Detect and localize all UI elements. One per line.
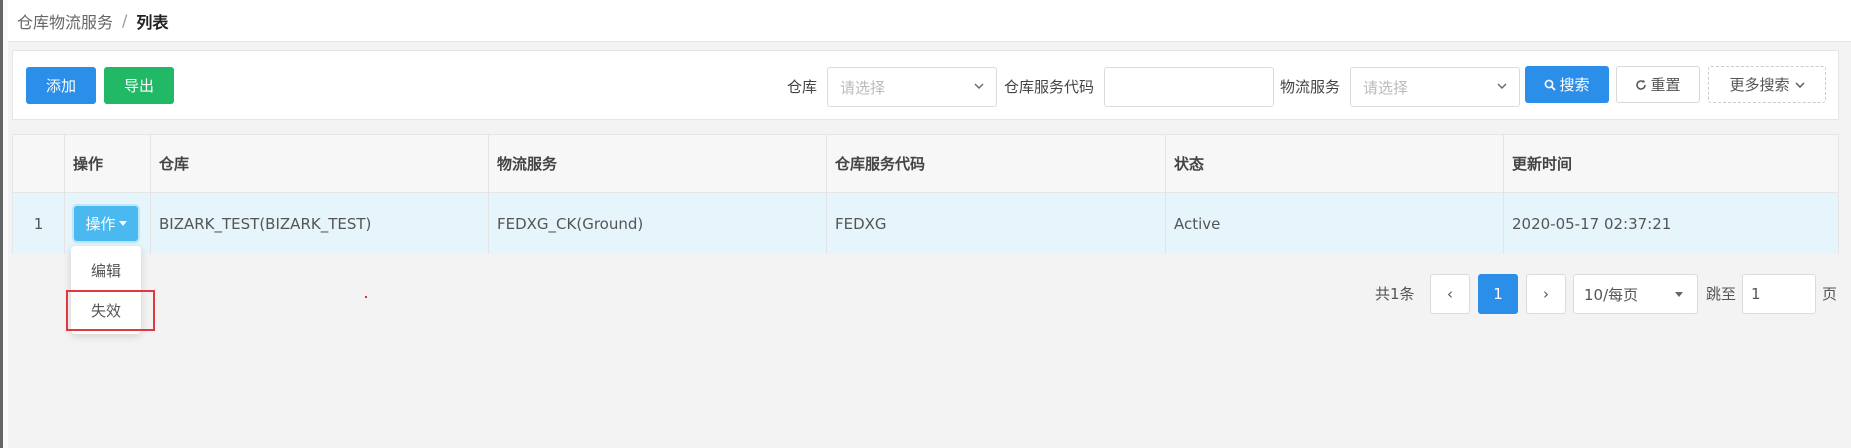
chevron-down-icon <box>1497 81 1507 91</box>
column-header-logistics: 物流服务 <box>489 135 827 192</box>
logistics-filter-label: 物流服务 <box>1280 78 1341 96</box>
reset-button[interactable]: 重置 <box>1616 66 1700 103</box>
search-icon <box>1544 79 1557 91</box>
toolbar: 添加 导出 仓库 请选择 仓库服务代码 物流服务 请选择 搜索 重置 更多搜索 <box>12 50 1839 120</box>
row-index: 1 <box>13 193 65 254</box>
stray-mark <box>365 296 367 298</box>
action-dropdown-label: 操作 <box>85 215 116 233</box>
add-button[interactable]: 添加 <box>26 67 96 104</box>
column-header-warehouse: 仓库 <box>151 135 489 192</box>
table-header: 操作 仓库 物流服务 仓库服务代码 状态 更新时间 <box>13 135 1838 193</box>
jump-page-input[interactable]: 1 <box>1742 274 1816 314</box>
page-size-value: 10/每页 <box>1584 285 1639 304</box>
warehouse-filter-label: 仓库 <box>787 78 818 96</box>
row-warehouse: BIZARK_TEST(BIZARK_TEST) <box>151 193 489 254</box>
export-button[interactable]: 导出 <box>104 67 174 104</box>
pagination-prev-button[interactable]: ‹ <box>1430 274 1470 314</box>
breadcrumb-separator: / <box>122 11 128 30</box>
menu-item-edit[interactable]: 编辑 <box>71 252 141 288</box>
warehouse-select-placeholder: 请选择 <box>840 78 886 97</box>
logistics-select-placeholder: 请选择 <box>1363 78 1409 97</box>
column-header-status: 状态 <box>1166 135 1504 192</box>
chevron-down-icon <box>974 81 984 91</box>
row-updated: 2020-05-17 02:37:21 <box>1512 214 1672 233</box>
menu-item-invalidate[interactable]: 失效 <box>71 292 141 328</box>
column-header-index <box>13 135 65 192</box>
table-row[interactable]: 1 操作 BIZARK_TEST(BIZARK_TEST) FEDXG_CK(G… <box>13 193 1838 254</box>
logistics-select[interactable]: 请选择 <box>1350 67 1520 107</box>
page-size-select[interactable]: 10/每页 <box>1573 274 1698 314</box>
jump-page-value: 1 <box>1751 285 1761 303</box>
warehouse-select[interactable]: 请选择 <box>827 67 997 107</box>
search-button-label: 搜索 <box>1559 76 1590 94</box>
search-button[interactable]: 搜索 <box>1525 66 1609 103</box>
column-header-action: 操作 <box>65 135 151 192</box>
column-header-code: 仓库服务代码 <box>827 135 1166 192</box>
caret-down-icon <box>118 221 127 226</box>
service-code-input[interactable] <box>1104 67 1274 107</box>
more-search-button[interactable]: 更多搜索 <box>1708 66 1826 103</box>
action-dropdown-menu: 编辑 失效 <box>71 246 141 334</box>
row-logistics: FEDXG_CK(Ground) <box>489 193 827 254</box>
caret-down-icon <box>1675 292 1683 297</box>
refresh-icon <box>1635 79 1647 91</box>
pagination-total: 共1条 <box>1375 285 1415 303</box>
row-code: FEDXG <box>827 193 1166 254</box>
more-search-label: 更多搜索 <box>1729 76 1790 94</box>
service-code-filter-label: 仓库服务代码 <box>1004 78 1095 96</box>
action-dropdown-button[interactable]: 操作 <box>74 206 138 241</box>
pagination-page-1[interactable]: 1 <box>1478 274 1518 314</box>
breadcrumb: 仓库物流服务 / 列表 <box>8 0 1851 42</box>
column-header-updated: 更新时间 <box>1512 155 1573 173</box>
left-edge-strip <box>0 0 8 448</box>
chevron-down-icon <box>1795 80 1805 90</box>
breadcrumb-parent[interactable]: 仓库物流服务 <box>17 9 113 33</box>
pagination-next-button[interactable]: › <box>1526 274 1566 314</box>
data-table: 操作 仓库 物流服务 仓库服务代码 状态 更新时间 1 操作 BIZARK_TE… <box>12 134 1839 254</box>
jump-label: 跳至 <box>1706 285 1737 303</box>
row-action-cell: 操作 <box>65 193 151 254</box>
reset-button-label: 重置 <box>1650 76 1681 94</box>
breadcrumb-current: 列表 <box>136 12 169 32</box>
row-status: Active <box>1166 193 1504 254</box>
page-unit-label: 页 <box>1822 285 1838 303</box>
